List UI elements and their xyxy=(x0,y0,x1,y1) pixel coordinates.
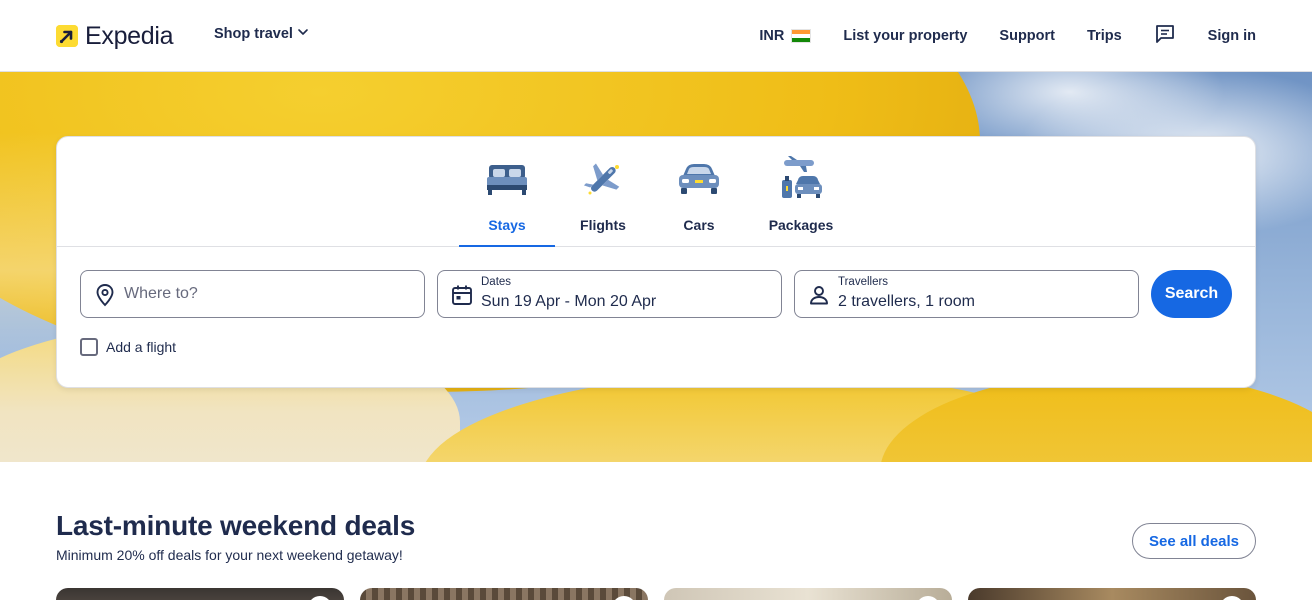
product-tabs: Stays Flights Cars Packages xyxy=(57,137,1255,247)
deals-subtitle: Minimum 20% off deals for your next week… xyxy=(56,547,403,563)
travellers-label: Travellers xyxy=(838,276,889,288)
travellers-field[interactable]: Travellers 2 travellers, 1 room xyxy=(794,270,1139,318)
tab-flights[interactable]: Flights xyxy=(555,155,651,247)
header-nav: INR List your property Support Trips Sig… xyxy=(759,24,1256,48)
favorite-heart-icon[interactable] xyxy=(916,596,940,600)
tab-stays[interactable]: Stays xyxy=(459,155,555,247)
messages-button[interactable] xyxy=(1154,23,1176,49)
destination-placeholder: Where to? xyxy=(124,285,198,302)
tab-stays-label: Stays xyxy=(488,217,526,233)
tab-cars-label: Cars xyxy=(683,217,715,233)
deal-card[interactable] xyxy=(664,588,952,600)
currency-selector[interactable]: INR xyxy=(759,28,812,44)
shop-travel-menu[interactable]: Shop travel xyxy=(214,26,309,42)
currency-label: INR xyxy=(759,28,785,44)
trips-link[interactable]: Trips xyxy=(1087,28,1122,44)
list-your-property-link[interactable]: List your property xyxy=(843,28,967,44)
favorite-heart-icon[interactable] xyxy=(612,596,636,600)
logo-text: Expedia xyxy=(85,21,174,50)
add-flight-checkbox[interactable] xyxy=(80,338,98,356)
tab-flights-label: Flights xyxy=(580,217,626,233)
site-header: Expedia Shop travel INR List your proper… xyxy=(0,0,1312,72)
dates-field[interactable]: Dates Sun 19 Apr - Mon 20 Apr xyxy=(437,270,782,318)
shop-travel-label: Shop travel xyxy=(214,26,293,42)
travellers-value: 2 travellers, 1 room xyxy=(838,293,975,310)
destination-input[interactable]: Where to? xyxy=(80,270,425,318)
add-flight-label: Add a flight xyxy=(106,339,177,355)
car-icon xyxy=(675,155,723,203)
expedia-logo[interactable]: Expedia xyxy=(56,21,174,50)
dates-label: Dates xyxy=(481,276,512,288)
favorite-heart-icon[interactable] xyxy=(308,596,332,600)
deal-card[interactable] xyxy=(360,588,648,600)
search-button[interactable]: Search xyxy=(1151,270,1232,318)
deal-card[interactable] xyxy=(968,588,1256,600)
location-pin-icon xyxy=(93,283,117,307)
packages-icon xyxy=(777,155,825,203)
deal-card[interactable] xyxy=(56,588,344,600)
message-icon xyxy=(1154,23,1176,49)
sign-in-link[interactable]: Sign in xyxy=(1208,28,1256,44)
tab-cars[interactable]: Cars xyxy=(651,155,747,247)
dates-value: Sun 19 Apr - Mon 20 Apr xyxy=(481,293,657,310)
logo-arrow-icon xyxy=(56,25,78,47)
plane-icon xyxy=(579,155,627,203)
deals-heading: Last-minute weekend deals xyxy=(56,510,416,541)
search-card: Stays Flights Cars Packages Where to? Da… xyxy=(56,136,1256,388)
support-link[interactable]: Support xyxy=(999,28,1055,44)
india-flag-icon xyxy=(791,29,812,43)
see-all-deals-button[interactable]: See all deals xyxy=(1132,523,1256,559)
add-flight-option[interactable]: Add a flight xyxy=(80,338,176,356)
calendar-icon xyxy=(450,283,474,307)
tab-packages[interactable]: Packages xyxy=(747,155,855,247)
bed-icon xyxy=(483,155,531,203)
person-icon xyxy=(807,283,831,307)
chevron-down-icon xyxy=(297,26,309,42)
favorite-heart-icon[interactable] xyxy=(1220,596,1244,600)
tab-packages-label: Packages xyxy=(768,217,834,233)
